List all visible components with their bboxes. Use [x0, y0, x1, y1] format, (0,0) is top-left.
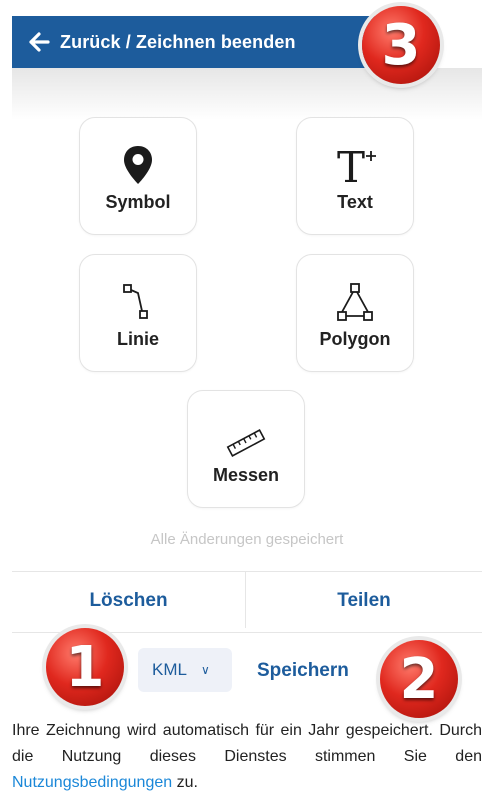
format-select[interactable]: KML ∨	[138, 648, 232, 692]
save-button[interactable]: Speichern	[257, 660, 349, 682]
tool-text-label: Text	[337, 191, 373, 212]
number-badge-3: 3	[362, 6, 440, 84]
tool-linie-button[interactable]: Linie	[79, 254, 197, 372]
line-draw-icon	[120, 277, 156, 323]
tool-polygon-label: Polygon	[319, 328, 391, 349]
back-button-label: Zurück / Zeichnen beenden	[60, 31, 296, 52]
map-pin-icon	[121, 140, 155, 186]
tool-linie-label: Linie	[116, 328, 159, 349]
svg-text:T: T	[337, 143, 365, 186]
note-text-end: zu.	[172, 774, 198, 791]
tool-polygon-button[interactable]: Polygon	[296, 254, 414, 372]
tool-symbol-label: Symbol	[105, 191, 171, 212]
number-badge-2: 2	[380, 640, 458, 718]
delete-button[interactable]: Löschen	[12, 586, 245, 616]
arrow-left-icon	[29, 32, 50, 52]
save-status-text: Alle Änderungen gespeichert	[150, 531, 344, 548]
ruler-icon	[224, 413, 268, 459]
polygon-draw-icon	[335, 277, 375, 323]
text-add-icon: T	[333, 140, 377, 186]
tool-messen-button[interactable]: Messen	[187, 390, 305, 508]
tool-symbol-button[interactable]: Symbol	[79, 117, 197, 235]
chevron-down-icon: ∨	[200, 663, 210, 677]
tool-messen-label: Messen	[212, 464, 280, 485]
note-text: Ihre Zeichnung wird automatisch für ein …	[12, 722, 482, 765]
number-badge-1: 1	[46, 628, 124, 706]
terms-link[interactable]: Nutzungsbedingungen	[12, 774, 172, 791]
autosave-note: Ihre Zeichnung wird automatisch für ein …	[12, 718, 482, 796]
format-select-value: KML	[152, 660, 187, 679]
tool-text-button[interactable]: T Text	[296, 117, 414, 235]
share-button[interactable]: Teilen	[246, 586, 482, 616]
divider	[12, 571, 482, 572]
